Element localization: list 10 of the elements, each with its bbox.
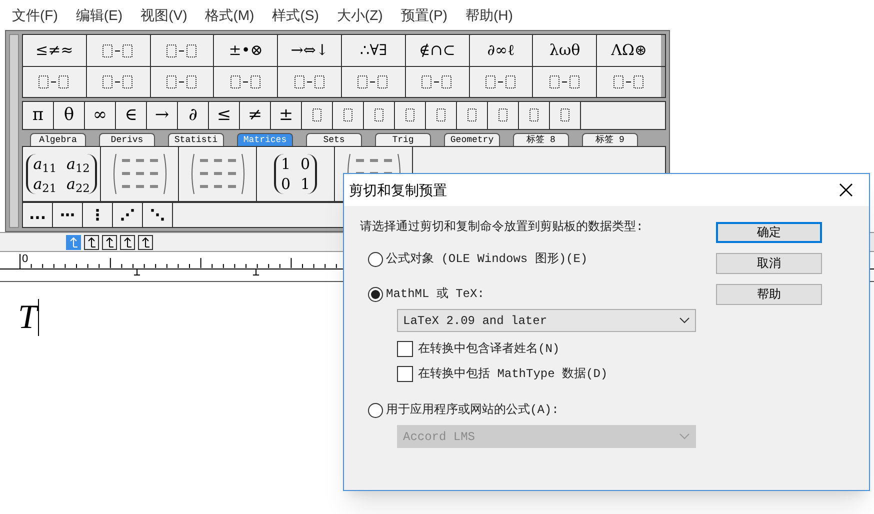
ruler-label: 0 — [22, 253, 28, 265]
prompt-text: 请选择通过剪切和复制命令放置到剪贴板的数据类型: — [360, 220, 644, 234]
radio-label: 用于应用程序或网站的公式(A): — [386, 402, 559, 419]
radio-label: MathML 或 TeX: — [386, 286, 484, 303]
dialog-title: 剪切和复制预置 — [349, 180, 447, 200]
checkbox-label: 在转换中包含译者姓名(N) — [418, 340, 560, 358]
dropdown: Accord LMS — [397, 425, 696, 448]
radio-label: 公式对象 (OLE Windows 图形)(E) — [386, 251, 588, 268]
equation-text: T — [18, 299, 39, 336]
checkbox-label: 在转换中包括 MathType 数据(D) — [418, 366, 608, 382]
